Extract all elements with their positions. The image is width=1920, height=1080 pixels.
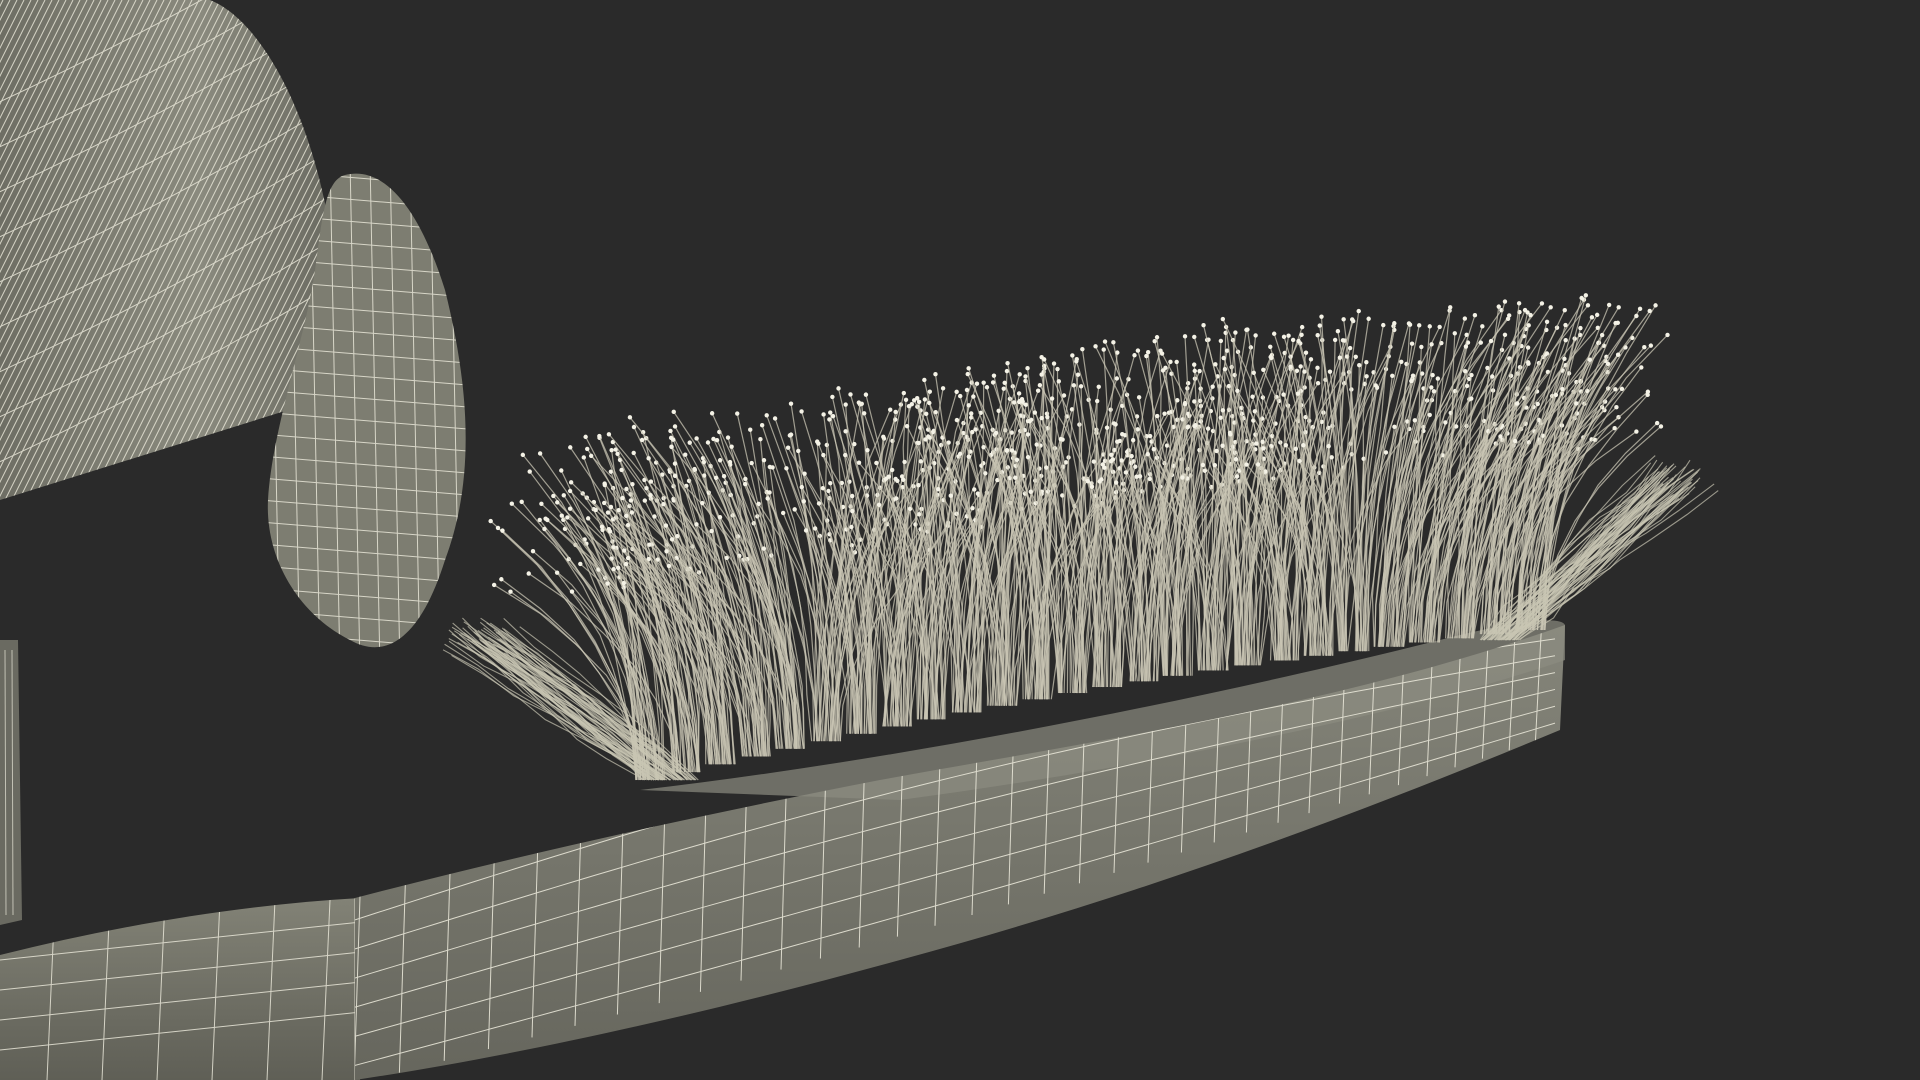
wireframe-toothbrush-render (0, 0, 1920, 1080)
